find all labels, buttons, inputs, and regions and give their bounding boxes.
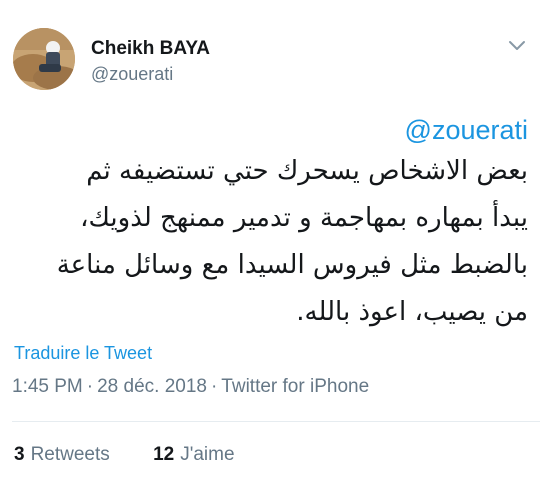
tweet-text-line: بالضبط مثل فيروس السيدا مع وسائل مناعة: [56, 250, 528, 280]
meta-separator: ·: [86, 376, 94, 397]
retweets-label: Retweets: [30, 444, 110, 465]
tweet-source: Twitter for iPhone: [221, 376, 370, 397]
tweet-date[interactable]: 28 déc. 2018: [97, 376, 207, 397]
display-name[interactable]: Cheikh BAYA: [91, 38, 210, 60]
retweets-count: 3: [14, 444, 25, 465]
likes-count: 12: [153, 444, 175, 465]
tweet-text-line: من يصيب، اعوذ بالله.: [296, 297, 528, 327]
user-handle[interactable]: @zouerati: [91, 63, 173, 85]
retweets-stat[interactable]: 3 Retweets: [14, 444, 110, 466]
divider: [12, 421, 540, 422]
meta-separator: ·: [210, 376, 218, 397]
tweet-text-line: يبدأ بمهاره بمهاجمة و تدمير ممنهج لذويك،: [80, 203, 528, 233]
tweet-body: @zouerati بعض الاشخاص يسحرك حتي تستضيفه …: [20, 112, 528, 336]
tweet-time[interactable]: 1:45 PM: [12, 376, 83, 397]
likes-label: J'aime: [180, 444, 235, 465]
tweet-text-line: بعض الاشخاص يسحرك حتي تستضيفه ثم: [86, 156, 528, 186]
tweet-card: Cheikh BAYA @zouerati @zouerati بعض الاش…: [0, 0, 540, 484]
likes-stat[interactable]: 12 J'aime: [153, 444, 234, 466]
chevron-down-icon[interactable]: [507, 38, 527, 54]
translate-tweet-link[interactable]: Traduire le Tweet: [14, 342, 152, 364]
avatar[interactable]: [13, 28, 75, 90]
tweet-meta: 1:45 PM · 28 déc. 2018 · Twitter for iPhone: [12, 376, 369, 398]
avatar-image: [13, 28, 75, 90]
mention-link[interactable]: @zouerati: [20, 112, 528, 148]
tweet-stats: 3 Retweets 12 J'aime: [14, 444, 235, 466]
